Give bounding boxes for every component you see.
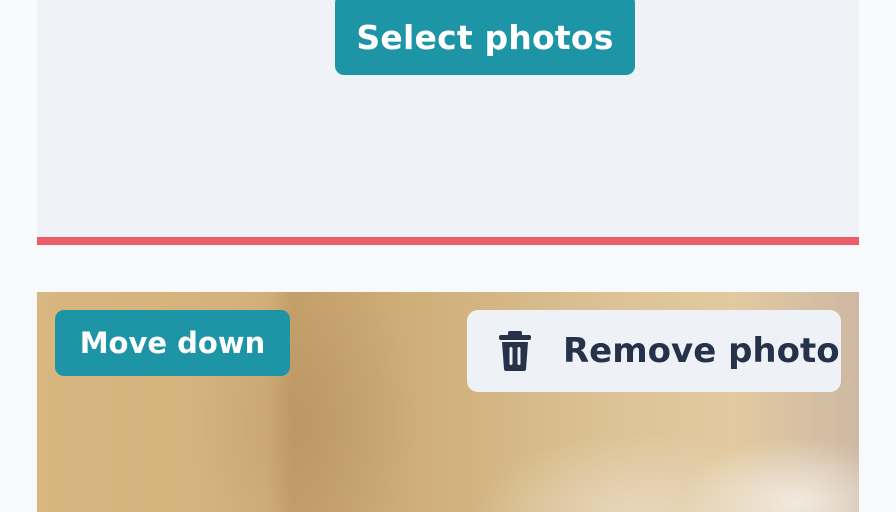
- photo-preview: Move down Remove photo: [37, 292, 859, 512]
- select-photos-button[interactable]: Select photos: [335, 0, 635, 75]
- remove-photo-label: Remove photo: [563, 331, 840, 371]
- trash-icon: [497, 330, 533, 372]
- photo-editor-page: Select photos Move down Remove photo: [0, 0, 896, 512]
- error-indicator-line: [37, 237, 859, 245]
- photo-upload-area[interactable]: Select photos: [37, 0, 859, 237]
- remove-photo-button[interactable]: Remove photo: [467, 310, 841, 392]
- move-down-button[interactable]: Move down: [55, 310, 290, 376]
